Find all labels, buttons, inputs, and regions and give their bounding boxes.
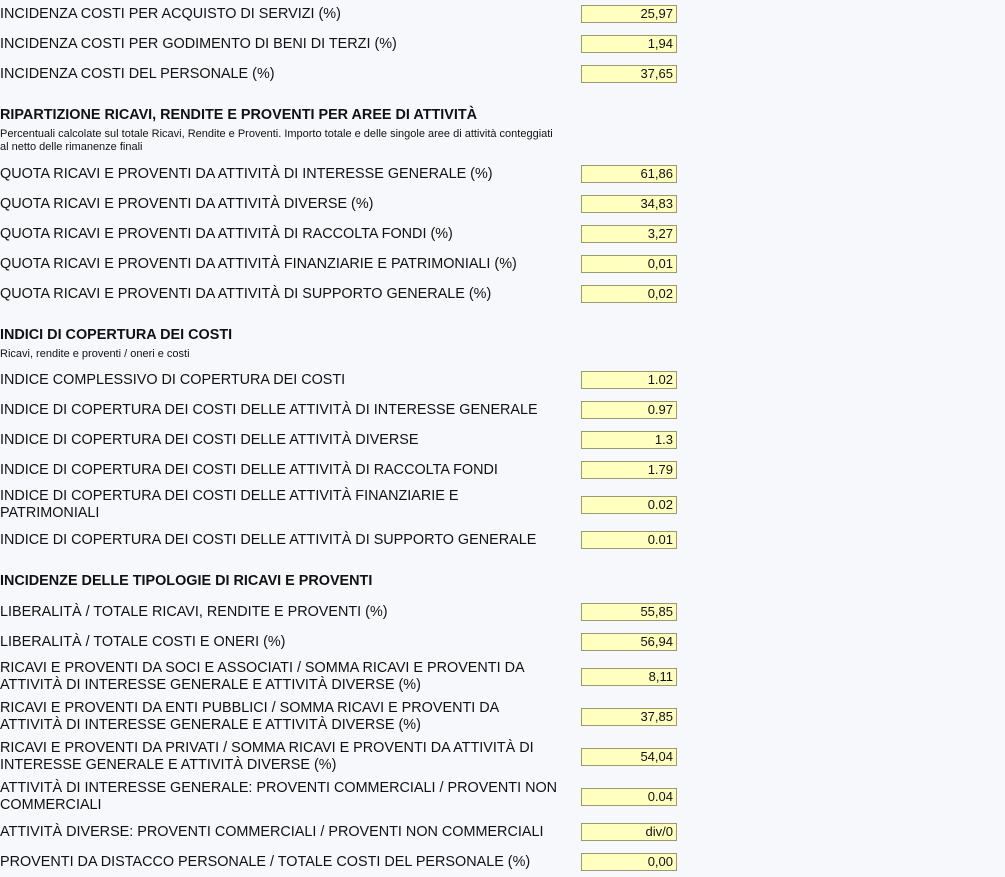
indicator-row: INDICE COMPLESSIVO DI COPERTURA DEI COST… [0,371,690,389]
indicator-label: RICAVI E PROVENTI DA PRIVATI / SOMMA RIC… [0,740,534,773]
indicator-value-field[interactable]: 37,85 [581,708,677,726]
indicator-row: INDICE DI COPERTURA DEI COSTI DELLE ATTI… [0,461,690,479]
indicator-label: INCIDENZA COSTI PER GODIMENTO DI BENI DI… [0,35,397,52]
section-description-ripartizione: Percentuali calcolate sul totale Ricavi,… [0,128,553,153]
indicator-label: LIBERALITÀ / TOTALE COSTI E ONERI (%) [0,633,286,650]
indicator-row: ATTIVITÀ DIVERSE: PROVENTI COMMERCIALI /… [0,823,690,841]
indicator-value-field[interactable]: 3,27 [581,225,677,243]
indicator-row: INDICE DI COPERTURA DEI COSTI DELLE ATTI… [0,488,690,522]
indicator-value-field[interactable]: 0.04 [581,788,677,806]
indicator-row: LIBERALITÀ / TOTALE COSTI E ONERI (%) 56… [0,633,690,651]
indicator-row: INDICE DI COPERTURA DEI COSTI DELLE ATTI… [0,431,690,449]
indicator-label: QUOTA RICAVI E PROVENTI DA ATTIVITÀ DI R… [0,225,453,242]
section-title-incidenze: INCIDENZE DELLE TIPOLOGIE DI RICAVI E PR… [0,573,373,589]
indicator-row: RICAVI E PROVENTI DA PRIVATI / SOMMA RIC… [0,740,690,774]
section-title-ripartizione: RIPARTIZIONE RICAVI, RENDITE E PROVENTI … [0,107,478,123]
indicator-label: ATTIVITÀ DI INTERESSE GENERALE: PROVENTI… [0,780,558,813]
indicator-label: INDICE DI COPERTURA DEI COSTI DELLE ATTI… [0,401,538,418]
indicator-label: RICAVI E PROVENTI DA SOCI E ASSOCIATI / … [0,660,524,693]
indicator-value-field[interactable]: 54,04 [581,748,677,766]
indicator-value-field[interactable]: 25,97 [581,5,677,23]
indicator-label: INDICE DI COPERTURA DEI COSTI DELLE ATTI… [0,488,459,521]
indicator-row: INCIDENZA COSTI PER GODIMENTO DI BENI DI… [0,35,690,53]
indicator-value-field[interactable]: 61,86 [581,165,677,183]
indicator-row: ATTIVITÀ DI INTERESSE GENERALE: PROVENTI… [0,780,690,814]
indicator-row: LIBERALITÀ / TOTALE RICAVI, RENDITE E PR… [0,603,690,621]
indicator-value-field[interactable]: 1,94 [581,35,677,53]
indicator-label: RICAVI E PROVENTI DA ENTI PUBBLICI / SOM… [0,700,499,733]
indicator-row: QUOTA RICAVI E PROVENTI DA ATTIVITÀ DIVE… [0,195,690,213]
indicator-value-field[interactable]: 0.97 [581,401,677,419]
indicator-row: RICAVI E PROVENTI DA SOCI E ASSOCIATI / … [0,660,690,694]
indicator-row: PROVENTI DA DISTACCO PERSONALE / TOTALE … [0,853,690,871]
indicator-row: INDICE DI COPERTURA DEI COSTI DELLE ATTI… [0,401,690,419]
indicator-label: INDICE DI COPERTURA DEI COSTI DELLE ATTI… [0,531,537,548]
indicator-label: QUOTA RICAVI E PROVENTI DA ATTIVITÀ FINA… [0,255,517,272]
indicator-label: QUOTA RICAVI E PROVENTI DA ATTIVITÀ DI I… [0,165,493,182]
indicator-value-field[interactable]: 0,02 [581,285,677,303]
indicator-value-field[interactable]: 1.3 [581,431,677,449]
indicator-label: INDICE DI COPERTURA DEI COSTI DELLE ATTI… [0,461,498,478]
indicator-label: INDICE DI COPERTURA DEI COSTI DELLE ATTI… [0,431,419,448]
indicator-value-field[interactable]: 1.02 [581,371,677,389]
indicator-value-field[interactable]: 37,65 [581,65,677,83]
indicator-row: QUOTA RICAVI E PROVENTI DA ATTIVITÀ DI S… [0,285,690,303]
indicator-value-field[interactable]: div/0 [581,823,677,841]
section-description-copertura: Ricavi, rendite e proventi / oneri e cos… [0,348,190,360]
indicator-row: QUOTA RICAVI E PROVENTI DA ATTIVITÀ DI I… [0,165,690,183]
indicator-value-field[interactable]: 55,85 [581,603,677,621]
indicator-label: LIBERALITÀ / TOTALE RICAVI, RENDITE E PR… [0,603,388,620]
indicator-row: INDICE DI COPERTURA DEI COSTI DELLE ATTI… [0,531,690,549]
indicator-label: QUOTA RICAVI E PROVENTI DA ATTIVITÀ DI S… [0,285,492,302]
indicator-row: RICAVI E PROVENTI DA ENTI PUBBLICI / SOM… [0,700,690,734]
indicator-row: QUOTA RICAVI E PROVENTI DA ATTIVITÀ FINA… [0,255,690,273]
indicator-value-field[interactable]: 0.01 [581,531,677,549]
indicator-value-field[interactable]: 0,01 [581,255,677,273]
indicator-row: INCIDENZA COSTI DEL PERSONALE (%) 37,65 [0,65,690,83]
indicator-value-field[interactable]: 8,11 [581,668,677,686]
indicator-label: INCIDENZA COSTI PER ACQUISTO DI SERVIZI … [0,5,341,22]
indicator-row: QUOTA RICAVI E PROVENTI DA ATTIVITÀ DI R… [0,225,690,243]
indicator-value-field[interactable]: 0.02 [581,496,677,514]
indicator-row: INCIDENZA COSTI PER ACQUISTO DI SERVIZI … [0,5,690,23]
indicator-value-field[interactable]: 56,94 [581,633,677,651]
section-title-copertura: INDICI DI COPERTURA DEI COSTI [0,327,233,343]
indicator-value-field[interactable]: 0,00 [581,853,677,871]
indicator-label: INCIDENZA COSTI DEL PERSONALE (%) [0,65,275,82]
indicator-label: ATTIVITÀ DIVERSE: PROVENTI COMMERCIALI /… [0,823,544,840]
indicator-value-field[interactable]: 34,83 [581,195,677,213]
indicator-label: QUOTA RICAVI E PROVENTI DA ATTIVITÀ DIVE… [0,195,374,212]
indicator-value-field[interactable]: 1.79 [581,461,677,479]
indicator-label: PROVENTI DA DISTACCO PERSONALE / TOTALE … [0,853,531,870]
indicator-label: INDICE COMPLESSIVO DI COPERTURA DEI COST… [0,371,346,388]
